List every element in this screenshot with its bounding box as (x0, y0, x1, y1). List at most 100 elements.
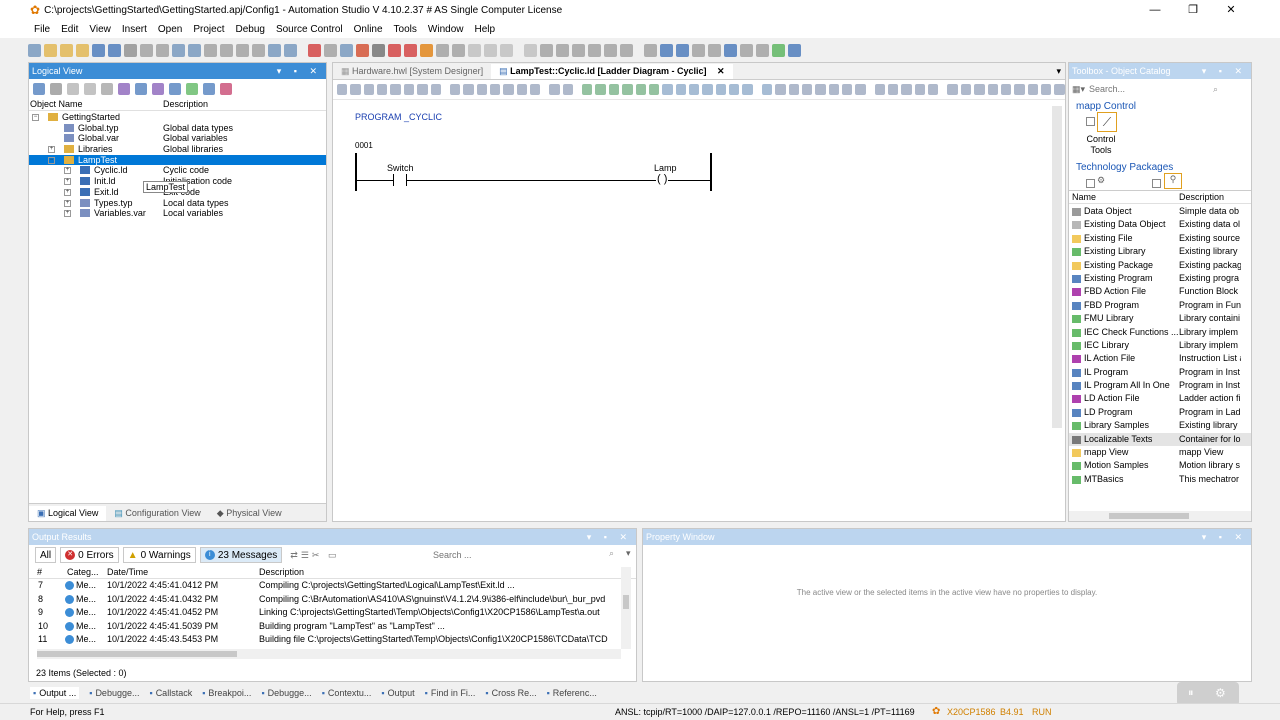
editor-tool-icon[interactable] (363, 84, 375, 95)
bottom-tab[interactable]: ▪ Find in Fi... (425, 688, 476, 698)
editor-tool-icon[interactable] (947, 84, 958, 95)
search-icon[interactable]: ⌕ (609, 548, 614, 559)
editor-tool-icon[interactable] (960, 84, 972, 95)
col-description[interactable]: Description (163, 99, 208, 109)
toolbar-tool-icon[interactable] (788, 43, 801, 57)
logical-view-tool-icon[interactable] (220, 83, 232, 95)
toolbar-tool-icon[interactable] (220, 43, 233, 57)
tree-item-types-typ[interactable]: + Types.typ Local data types (29, 198, 326, 209)
maximize-button[interactable]: ❐ (1174, 0, 1212, 20)
toolbar-tool-icon[interactable] (372, 43, 385, 57)
bottom-tab[interactable]: ▪ Contextu... (322, 688, 372, 698)
search-icon[interactable]: ⌕ (1213, 84, 1218, 95)
toolbar-tool-icon[interactable] (140, 43, 153, 57)
logical-view-tool-icon[interactable] (203, 83, 215, 95)
bottom-tab[interactable]: ▪ Cross Re... (485, 688, 536, 698)
filter-messages-button[interactable]: i 23 Messages (199, 547, 283, 563)
editor-tool-icon[interactable] (788, 84, 799, 95)
toolbar-tool-icon[interactable] (236, 43, 249, 57)
logical-view-tool-icon[interactable] (169, 83, 181, 95)
catalog-item[interactable]: Localizable Texts Container for lo (1069, 432, 1251, 447)
toolbar-tool-icon[interactable] (124, 43, 137, 57)
expand-icon[interactable]: + (64, 188, 71, 196)
toolbar-tool-icon[interactable] (340, 43, 353, 57)
editor-tool-icon[interactable] (417, 84, 428, 95)
catalog-item[interactable]: Existing Package Existing packag (1069, 259, 1251, 272)
tree-item-global-var[interactable]: Global.var Global variables (29, 133, 326, 144)
editor-tool-icon[interactable] (715, 84, 727, 95)
editor-tool-icon[interactable] (582, 84, 593, 95)
editor-tool-icon[interactable] (841, 84, 853, 95)
catalog-item[interactable]: IEC Check Functions ... Library implem (1069, 326, 1251, 339)
toolbar-tool-icon[interactable] (724, 43, 737, 57)
logical-view-tool-icon[interactable] (67, 83, 79, 95)
catalog-item[interactable]: IL Action File Instruction List a (1069, 352, 1251, 365)
menu-insert[interactable]: Insert (122, 24, 147, 35)
catalog-item[interactable]: Library Samples Existing library (1069, 419, 1251, 432)
output-tool-icons[interactable]: ⇄☰✂ ▭ (290, 550, 339, 561)
toolbar-tool-icon[interactable] (540, 43, 553, 57)
toolbar-tool-icon[interactable] (284, 43, 297, 57)
editor-tool-icon[interactable] (1040, 84, 1052, 95)
editor-tool-icon[interactable] (974, 84, 985, 95)
toolbar-tool-icon[interactable] (676, 43, 689, 57)
expand-icon[interactable]: + (64, 178, 71, 186)
logical-view-tool-icon[interactable] (186, 83, 198, 95)
bottom-tab[interactable]: ▪ Breakpoi... (202, 688, 251, 698)
bottom-tab[interactable]: ▪ Debugge... (261, 688, 311, 698)
catalog-item[interactable]: FMU Library Library containi (1069, 312, 1251, 325)
toolbar-tool-icon[interactable] (692, 43, 705, 57)
search-dropdown-icon[interactable]: ▾ (626, 548, 631, 559)
bottom-tab[interactable]: ▪ Debugge... (89, 688, 139, 698)
menu-online[interactable]: Online (354, 24, 383, 35)
tree-item-global-typ[interactable]: Global.typ Global data types (29, 123, 326, 134)
toolbar-tool-icon[interactable] (204, 43, 217, 57)
tree-item-libraries[interactable]: + Libraries Global libraries (29, 144, 326, 155)
toolbar-tool-icon[interactable] (500, 43, 513, 57)
contact-element[interactable] (393, 174, 407, 186)
editor-tool-icon[interactable] (928, 84, 939, 95)
panel-controls[interactable]: ▾ ▪ ✕ (277, 63, 322, 79)
editor-tool-icon[interactable] (503, 84, 514, 95)
col-description[interactable]: Description (1179, 192, 1224, 202)
filter-all-button[interactable]: All (35, 547, 57, 563)
filter-warnings-button[interactable]: ▲ 0 Warnings (122, 547, 196, 563)
expand-icon[interactable]: + (64, 210, 71, 218)
toolbar-tool-icon[interactable] (252, 43, 265, 57)
toolbar-tool-icon[interactable] (772, 43, 785, 57)
output-vscrollbar[interactable] (621, 567, 631, 649)
catalog-item[interactable]: FBD Program Program in Fun (1069, 299, 1251, 312)
settings-icon[interactable]: ⚙ (1215, 686, 1226, 700)
output-col-header[interactable]: Date/Time (107, 567, 148, 577)
catalog-item[interactable]: Data Object Simple data ob (1069, 205, 1251, 218)
editor-tool-icon[interactable] (549, 84, 560, 95)
output-row[interactable]: 7 Me... 10/1/2022 4:45:41.0412 PM Compiling… (29, 579, 636, 593)
menu-view[interactable]: View (89, 24, 111, 35)
editor-tool-icon[interactable] (350, 84, 361, 95)
package-icon[interactable]: ⚙ (1097, 175, 1113, 189)
editor-tool-icon[interactable] (530, 84, 541, 95)
menu-open[interactable]: Open (158, 24, 182, 35)
catalog-item[interactable]: Existing Data Object Existing data ol (1069, 218, 1251, 231)
toolbox-section-mapp[interactable]: mapp Control (1069, 101, 1251, 112)
toolbar-tool-icon[interactable] (708, 43, 721, 57)
logical-view-tool-icon[interactable] (152, 83, 164, 95)
filter-errors-button[interactable]: ✕ 0 Errors (60, 547, 119, 563)
catalog-item[interactable]: LD Action File Ladder action fi (1069, 392, 1251, 405)
close-button[interactable]: ✕ (1212, 0, 1250, 20)
output-col-header[interactable]: Description (259, 567, 304, 577)
editor-tool-icon[interactable] (729, 84, 740, 95)
editor-tool-icon[interactable] (648, 84, 660, 95)
output-row[interactable]: 9 Me... 10/1/2022 4:45:41.0452 PM Linking C… (29, 606, 636, 620)
logical-view-tool-icon[interactable] (101, 83, 113, 95)
editor-tool-icon[interactable] (608, 84, 620, 95)
editor-tool-icon[interactable] (1027, 84, 1038, 95)
output-col-header[interactable]: # (37, 567, 42, 577)
editor-tool-icon[interactable] (562, 84, 574, 95)
catalog-item[interactable]: Existing Program Existing progra (1069, 272, 1251, 285)
editor-tool-icon[interactable] (742, 84, 753, 95)
control-tools-icon[interactable]: ⟋ (1097, 112, 1117, 132)
catalog-item[interactable]: FBD Action File Function Block (1069, 285, 1251, 298)
catalog-item[interactable]: MTBasics This mechatror (1069, 473, 1251, 486)
editor-tool-icon[interactable] (430, 84, 441, 95)
